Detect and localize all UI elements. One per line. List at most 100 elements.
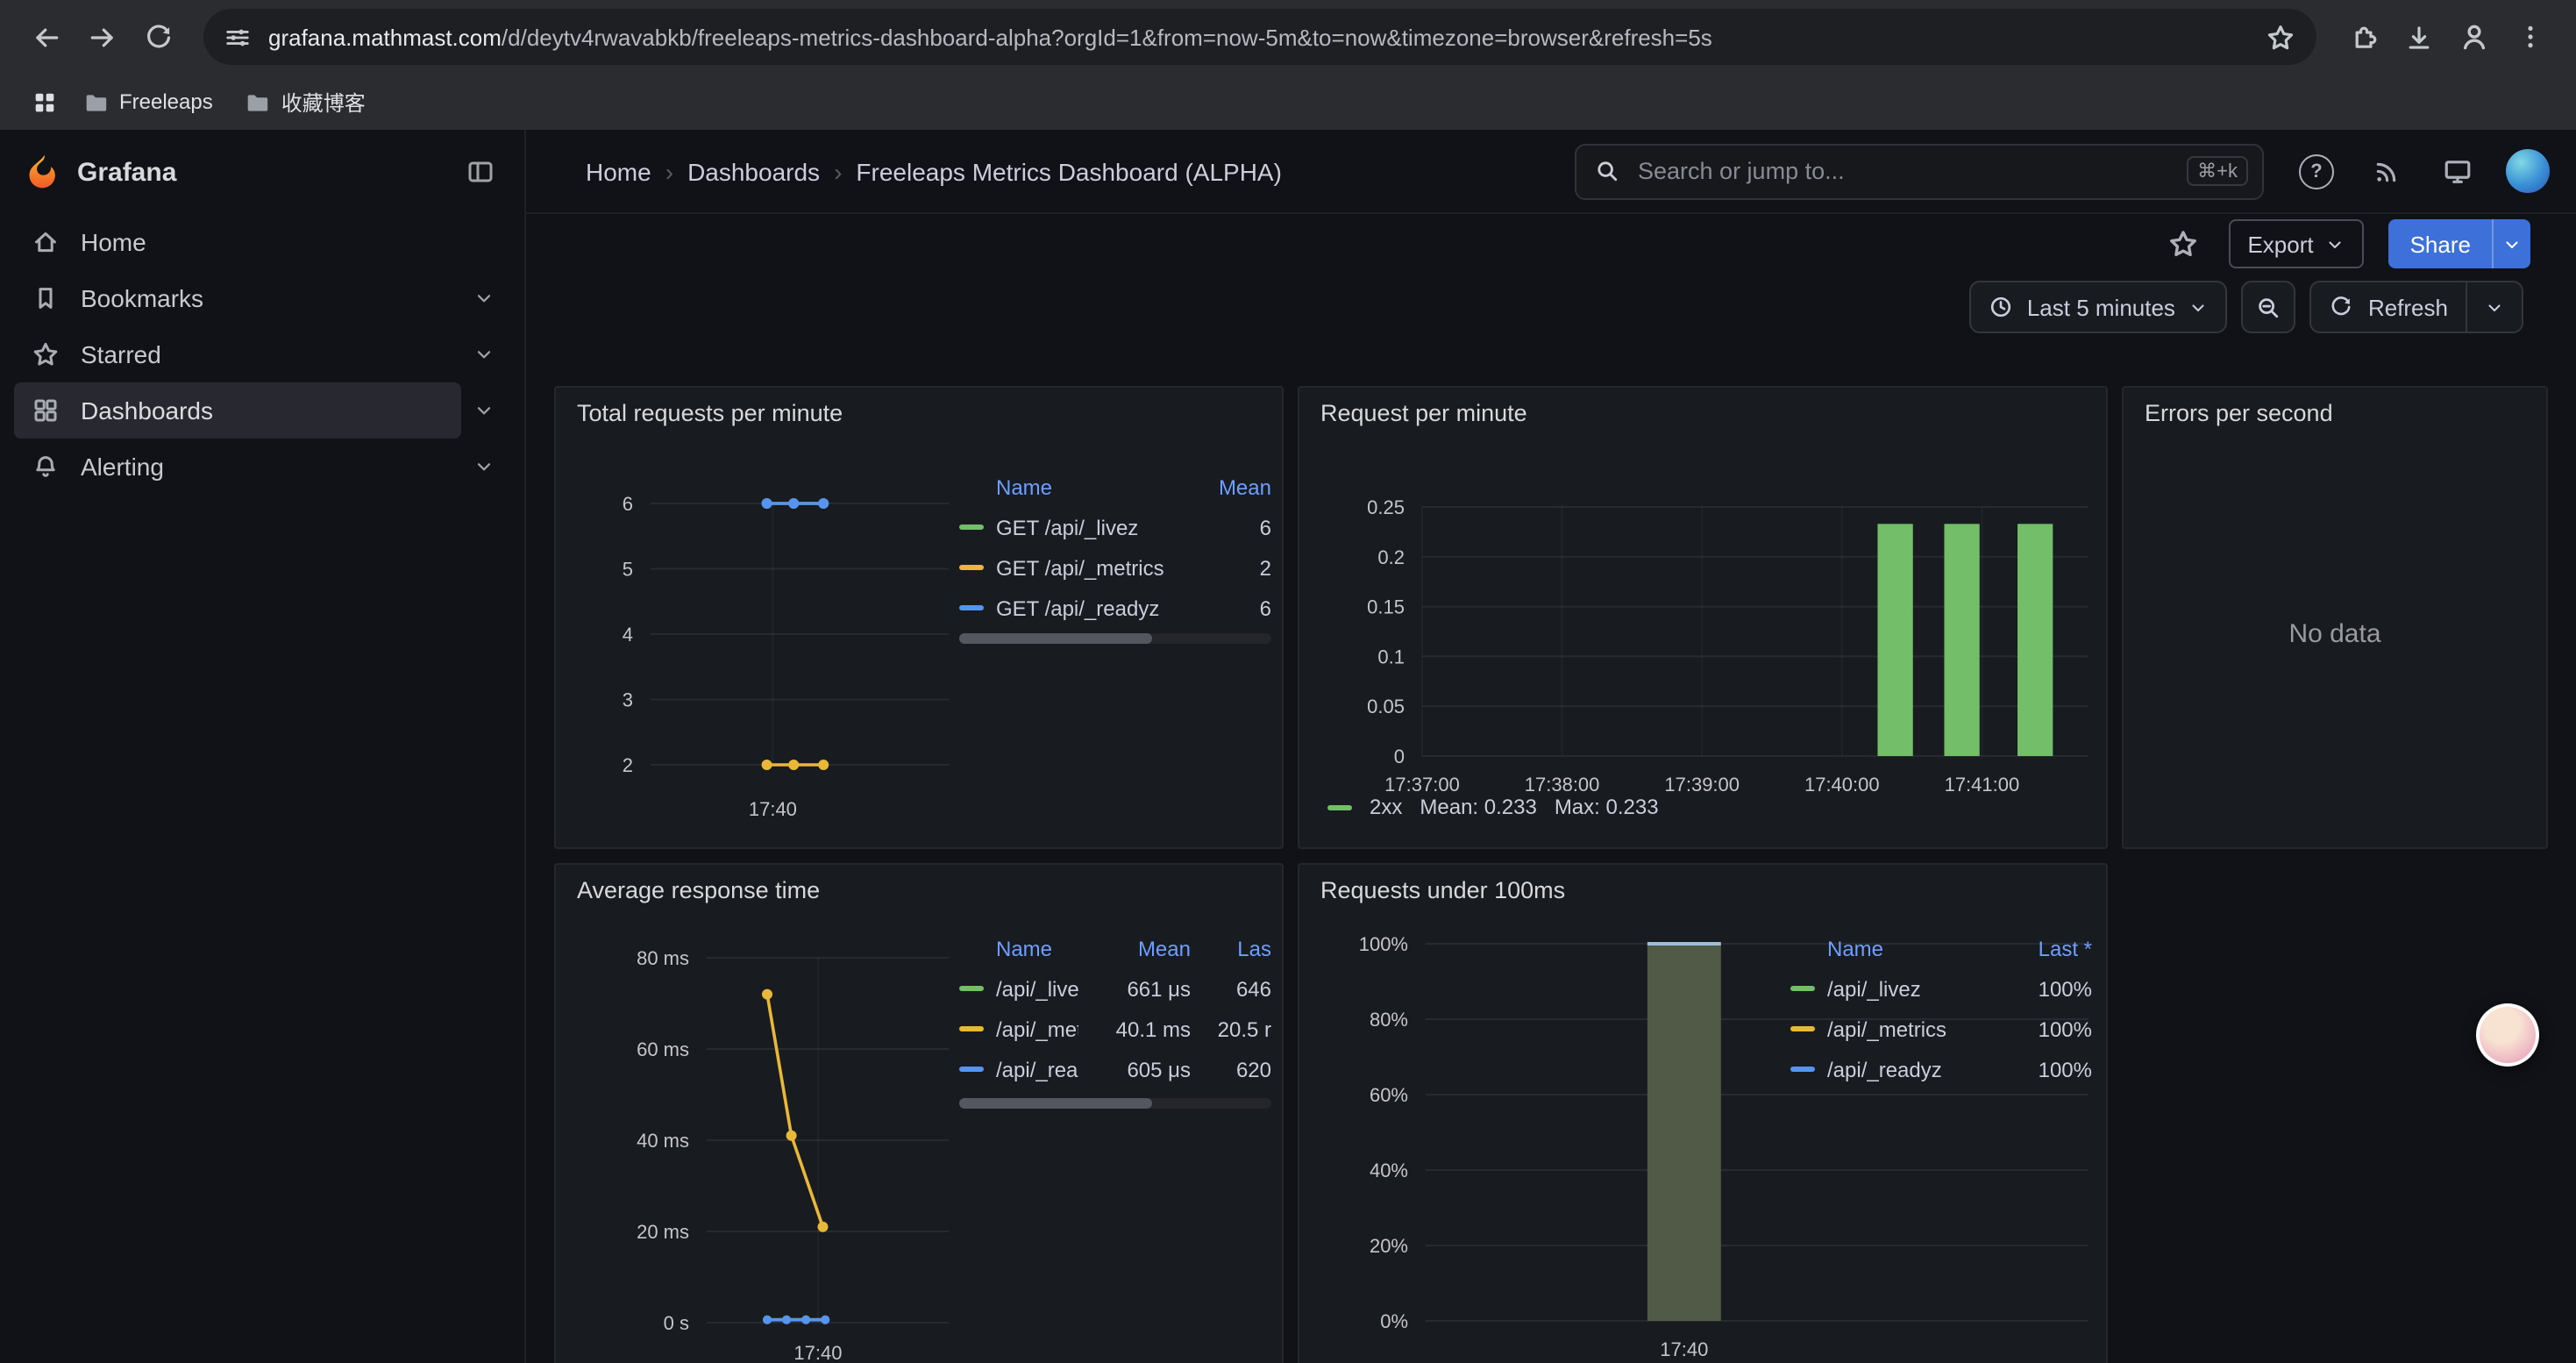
series-name[interactable]: GET /api/_livez: [996, 515, 1201, 539]
sidebar-item-starred: Starred: [0, 326, 524, 382]
folder-icon: [245, 89, 271, 115]
legend-col[interactable]: Mean: [1078, 937, 1191, 961]
forward-button[interactable]: [74, 9, 130, 65]
legend-col[interactable]: Last *: [1994, 937, 2092, 961]
profile-button[interactable]: [2446, 9, 2502, 65]
extensions-button[interactable]: [2334, 9, 2390, 65]
svg-text:17:38:00: 17:38:00: [1525, 774, 1600, 796]
svg-text:20%: 20%: [1370, 1235, 1408, 1257]
browser-toolbar: grafana.mathmast.com/d/deytv4rwavabkb/fr…: [0, 0, 2576, 74]
bookmark-folder-freeleaps[interactable]: Freeleaps: [67, 81, 229, 123]
svg-text:17:40: 17:40: [749, 798, 797, 820]
sidebar-item-label: Home: [81, 228, 146, 256]
svg-text:0: 0: [1394, 746, 1405, 767]
back-button[interactable]: [18, 9, 74, 65]
chevron-down-icon[interactable]: [2485, 297, 2504, 317]
legend-col[interactable]: Las: [1191, 937, 1271, 961]
breadcrumb-separator: ›: [665, 157, 673, 185]
svg-text:0.2: 0.2: [1377, 546, 1405, 568]
series-name[interactable]: /api/_livez: [1827, 976, 1994, 1001]
zoom-out-button[interactable]: [2242, 281, 2296, 333]
site-info-icon[interactable]: [224, 24, 251, 50]
reload-button[interactable]: [130, 9, 186, 65]
series-name[interactable]: /api/_livez: [996, 976, 1078, 1001]
sidebar: Grafana Home Bookmarks: [0, 130, 526, 1363]
sidebar-item-label: Alerting: [81, 453, 164, 481]
news-button[interactable]: [2366, 150, 2408, 192]
series-mean: Mean: 0.233: [1420, 795, 1536, 819]
series-name[interactable]: /api/_readyz: [1827, 1057, 1994, 1081]
legend-col-name[interactable]: Name: [996, 937, 1078, 961]
sidebar-link-alerting[interactable]: Alerting: [14, 439, 461, 495]
help-button[interactable]: ?: [2295, 150, 2338, 192]
legend-col[interactable]: Mean: [1201, 475, 1271, 500]
star-icon: [32, 340, 60, 368]
search-box[interactable]: ⌘+k: [1575, 143, 2264, 199]
user-avatar[interactable]: [2506, 149, 2550, 193]
forward-icon: [87, 22, 117, 52]
sidebar-link-starred[interactable]: Starred: [14, 326, 461, 382]
bookmark-star-icon[interactable]: [2266, 22, 2295, 52]
url-path: /d/deytv4rwavabkb/freeleaps-metrics-dash…: [502, 24, 1712, 50]
series-value: 620: [1191, 1057, 1271, 1081]
bookmark-label: Freeleaps: [119, 89, 213, 114]
series-name[interactable]: /api/_metrics: [1827, 1017, 1994, 1041]
no-data-message: No data: [2124, 619, 2546, 649]
legend-scrollbar[interactable]: [959, 1098, 1271, 1109]
panel-title[interactable]: Errors per second: [2145, 400, 2333, 426]
series-swatch: [1790, 1026, 1815, 1031]
sidebar-link-home[interactable]: Home: [14, 214, 507, 270]
legend-col-name[interactable]: Name: [1827, 937, 1994, 961]
breadcrumb-separator: ›: [834, 157, 842, 185]
dock-menu-button[interactable]: [458, 149, 503, 195]
expand-bookmarks-button[interactable]: [461, 275, 507, 321]
help-icon: ?: [2299, 153, 2334, 189]
sidebar-item-bookmarks: Bookmarks: [0, 270, 524, 326]
legend-scrollbar[interactable]: [959, 633, 1271, 644]
clock-icon: [1989, 295, 2013, 319]
svg-text:17:37:00: 17:37:00: [1384, 774, 1460, 796]
downloads-button[interactable]: [2390, 9, 2446, 65]
expand-alerting-button[interactable]: [461, 444, 507, 489]
series-name[interactable]: 2xx: [1370, 795, 1402, 819]
sidebar-link-bookmarks[interactable]: Bookmarks: [14, 270, 461, 326]
svg-text:17:40:00: 17:40:00: [1804, 774, 1880, 796]
breadcrumb-home[interactable]: Home: [586, 157, 651, 185]
apps-shortcut[interactable]: [21, 79, 67, 125]
export-button[interactable]: Export: [2228, 219, 2364, 268]
browser-menu-button[interactable]: [2502, 9, 2558, 65]
series-name[interactable]: GET /api/_metrics: [996, 555, 1201, 580]
series-swatch: [1790, 1067, 1815, 1072]
series-value: 6: [1201, 596, 1271, 620]
refresh-icon[interactable]: [2330, 295, 2354, 319]
series-name[interactable]: GET /api/_readyz: [996, 596, 1201, 620]
zoom-out-icon: [2256, 294, 2282, 320]
sidebar-link-dashboards[interactable]: Dashboards: [14, 382, 461, 439]
url-bar[interactable]: grafana.mathmast.com/d/deytv4rwavabkb/fr…: [203, 9, 2316, 65]
series-value: 661 μs: [1078, 976, 1191, 1001]
breadcrumb-dashboards[interactable]: Dashboards: [687, 157, 820, 185]
favorite-dashboard-button[interactable]: [2161, 223, 2203, 265]
svg-text:4: 4: [623, 624, 633, 646]
share-button[interactable]: Share: [2389, 219, 2492, 268]
bookmark-folder-blogs[interactable]: 收藏博客: [229, 81, 381, 123]
legend-row: /api/_readyz605 μs620: [959, 1049, 1271, 1089]
breadcrumb-current: Freeleaps Metrics Dashboard (ALPHA): [856, 157, 1282, 185]
display-button[interactable]: [2436, 150, 2478, 192]
brand-name: Grafana: [77, 157, 176, 187]
legend-col-name[interactable]: Name: [996, 475, 1201, 500]
time-range-picker[interactable]: Last 5 minutes: [1969, 281, 2228, 333]
expand-dashboards-button[interactable]: [461, 388, 507, 433]
share-menu-button[interactable]: [2492, 219, 2530, 268]
series-swatch: [959, 565, 984, 570]
sidebar-item-dashboards: Dashboards: [0, 382, 524, 439]
time-controls: Last 5 minutes Refresh: [526, 281, 2576, 333]
search-input[interactable]: [1634, 156, 2187, 186]
series-name[interactable]: /api/_readyz: [996, 1057, 1078, 1081]
assistant-avatar[interactable]: [2476, 1003, 2539, 1067]
svg-text:0 s: 0 s: [664, 1312, 689, 1334]
expand-starred-button[interactable]: [461, 332, 507, 377]
series-name[interactable]: /api/_metrics: [996, 1017, 1078, 1041]
refresh-label[interactable]: Refresh: [2368, 294, 2448, 320]
chevron-down-icon: [473, 456, 495, 477]
